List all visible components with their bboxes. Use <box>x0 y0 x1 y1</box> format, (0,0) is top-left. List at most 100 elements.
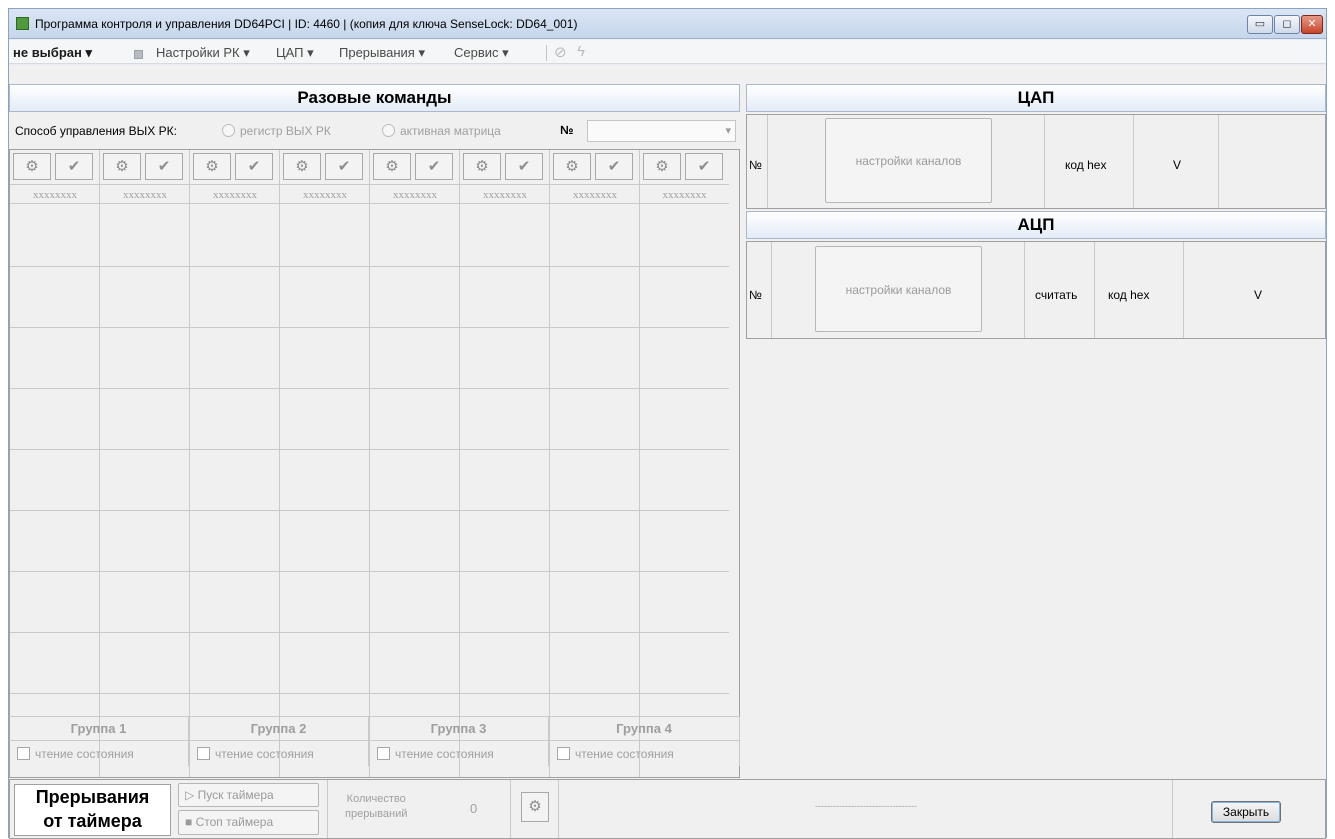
command-cell[interactable] <box>190 328 280 389</box>
command-cell[interactable] <box>190 511 280 572</box>
command-cell[interactable] <box>10 267 100 328</box>
command-cell[interactable] <box>460 572 550 633</box>
menu-settings-rk[interactable]: Настройки РК ▾ <box>156 45 250 61</box>
start-timer-button[interactable]: ▷ Пуск таймера <box>178 783 319 807</box>
dac-channel-settings-button[interactable]: настройки каналов <box>825 118 992 203</box>
command-cell[interactable] <box>100 206 190 267</box>
command-cell[interactable] <box>100 572 190 633</box>
close-window-button[interactable]: ✕ <box>1301 15 1323 34</box>
command-cell[interactable] <box>460 450 550 511</box>
read-state-checkbox[interactable] <box>17 747 30 760</box>
close-button[interactable]: Закрыть <box>1211 801 1281 823</box>
no-entry-icon[interactable]: ⊘ <box>554 43 567 61</box>
check-icon[interactable]: ✔ <box>145 153 183 180</box>
command-cell[interactable] <box>280 450 370 511</box>
check-icon[interactable]: ✔ <box>55 153 93 180</box>
maximize-button[interactable]: ◻ <box>1274 15 1300 34</box>
check-icon[interactable]: ✔ <box>415 153 453 180</box>
gear-icon[interactable]: ⚙ <box>103 153 141 180</box>
command-cell[interactable] <box>640 450 729 511</box>
check-icon[interactable]: ✔ <box>685 153 723 180</box>
command-cell[interactable] <box>640 206 729 267</box>
group-read-state[interactable]: чтение состояния <box>189 740 369 766</box>
group-read-state[interactable]: чтение состояния <box>549 740 740 766</box>
command-cell[interactable] <box>370 389 460 450</box>
command-cell[interactable] <box>370 572 460 633</box>
command-cell[interactable] <box>640 633 729 694</box>
command-cell[interactable] <box>460 511 550 572</box>
check-icon[interactable]: ✔ <box>505 153 543 180</box>
menu-interrupts[interactable]: Прерывания ▾ <box>339 45 425 61</box>
command-cell[interactable] <box>10 389 100 450</box>
command-cell[interactable] <box>370 267 460 328</box>
command-cell[interactable] <box>280 328 370 389</box>
timer-settings-gear-icon[interactable]: ⚙ <box>521 792 549 822</box>
command-cell[interactable] <box>100 267 190 328</box>
check-icon[interactable]: ✔ <box>595 153 633 180</box>
command-cell[interactable] <box>100 328 190 389</box>
command-cell[interactable] <box>640 267 729 328</box>
command-cell[interactable] <box>370 633 460 694</box>
command-cell[interactable] <box>190 267 280 328</box>
command-cell[interactable] <box>190 389 280 450</box>
command-cell[interactable] <box>10 450 100 511</box>
command-cell[interactable] <box>190 206 280 267</box>
radio-matrix[interactable] <box>382 124 395 137</box>
command-cell[interactable] <box>10 328 100 389</box>
read-state-checkbox[interactable] <box>197 747 210 760</box>
gear-icon[interactable]: ⚙ <box>193 153 231 180</box>
command-cell[interactable] <box>550 328 640 389</box>
menu-service[interactable]: Сервис ▾ <box>454 45 509 61</box>
command-cell[interactable] <box>100 633 190 694</box>
command-cell[interactable] <box>10 633 100 694</box>
command-cell[interactable] <box>640 572 729 633</box>
command-cell[interactable] <box>460 267 550 328</box>
number-select[interactable]: ▾ <box>587 120 736 142</box>
command-cell[interactable] <box>280 267 370 328</box>
command-cell[interactable] <box>460 633 550 694</box>
command-cell[interactable] <box>640 328 729 389</box>
command-cell[interactable] <box>370 328 460 389</box>
command-cell[interactable] <box>280 389 370 450</box>
command-cell[interactable] <box>460 328 550 389</box>
command-cell[interactable] <box>460 389 550 450</box>
command-cell[interactable] <box>640 389 729 450</box>
command-cell[interactable] <box>280 633 370 694</box>
command-cell[interactable] <box>550 633 640 694</box>
gear-icon[interactable]: ⚙ <box>13 153 51 180</box>
command-cell[interactable] <box>370 450 460 511</box>
lightning-icon[interactable]: ϟ <box>577 43 585 60</box>
menu-dac[interactable]: ЦАП ▾ <box>276 45 314 61</box>
group-read-state[interactable]: чтение состояния <box>369 740 549 766</box>
command-cell[interactable] <box>550 389 640 450</box>
command-cell[interactable] <box>370 206 460 267</box>
read-state-checkbox[interactable] <box>557 747 570 760</box>
minimize-button[interactable]: ▭ <box>1247 15 1273 34</box>
command-cell[interactable] <box>10 572 100 633</box>
command-cell[interactable] <box>100 511 190 572</box>
command-cell[interactable] <box>100 389 190 450</box>
read-state-checkbox[interactable] <box>377 747 390 760</box>
gear-icon[interactable]: ⚙ <box>463 153 501 180</box>
command-cell[interactable] <box>550 206 640 267</box>
command-cell[interactable] <box>190 633 280 694</box>
command-cell[interactable] <box>190 450 280 511</box>
command-cell[interactable] <box>10 206 100 267</box>
command-cell[interactable] <box>280 511 370 572</box>
command-cell[interactable] <box>10 511 100 572</box>
command-cell[interactable] <box>100 450 190 511</box>
command-cell[interactable] <box>640 511 729 572</box>
gear-icon[interactable]: ⚙ <box>553 153 591 180</box>
device-select[interactable]: не выбран ▾ <box>13 45 92 61</box>
command-cell[interactable] <box>280 572 370 633</box>
command-cell[interactable] <box>550 511 640 572</box>
stop-square-icon[interactable] <box>134 50 143 59</box>
command-cell[interactable] <box>190 572 280 633</box>
command-cell[interactable] <box>550 267 640 328</box>
command-cell[interactable] <box>370 511 460 572</box>
command-cell[interactable] <box>280 206 370 267</box>
radio-register[interactable] <box>222 124 235 137</box>
stop-timer-button[interactable]: ■ Стоп таймера <box>178 810 319 835</box>
gear-icon[interactable]: ⚙ <box>373 153 411 180</box>
adc-channel-settings-button[interactable]: настройки каналов <box>815 246 982 332</box>
